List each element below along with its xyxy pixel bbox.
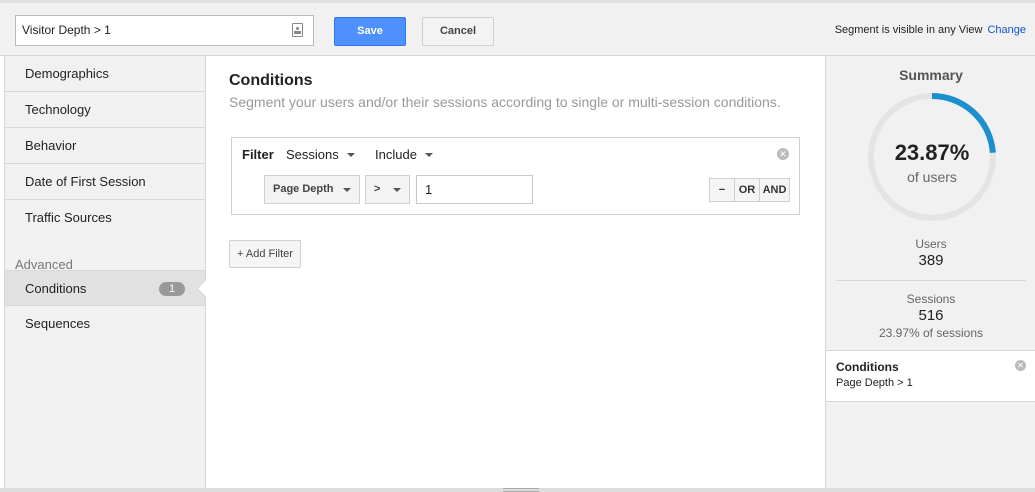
page-description: Segment your users and/or their sessions… [229,94,781,110]
contact-card-icon[interactable] [292,23,303,37]
summary-title: Summary [899,67,963,83]
visibility-text: Segment is visible in any View [834,24,983,36]
chevron-down-icon [343,188,351,192]
resize-handle[interactable] [503,488,539,492]
logic-button-group: − OR AND [709,178,790,202]
sidebar-item-conditions[interactable]: Conditions 1 [5,270,221,306]
users-label: Users [915,237,947,251]
sidebar-item-traffic-sources[interactable]: Traffic Sources [5,200,205,236]
summary-conditions-card: Conditions Page Depth > 1 ✕ [826,350,1035,402]
sidebar-item-sequences[interactable]: Sequences [5,306,205,342]
summary-conditions-text: Page Depth > 1 [836,377,913,389]
sidebar-item-date-of-first-session[interactable]: Date of First Session [5,164,205,200]
sidebar-item-technology[interactable]: Technology [5,92,205,128]
sessions-label: Sessions [906,292,956,306]
conditions-panel: Conditions Segment your users and/or the… [206,56,825,488]
sessions-value: 516 [918,307,944,324]
users-value: 389 [918,252,944,269]
segment-editor-toolbar: Visitor Depth > 1 Save Cancel Segment is… [0,0,1035,56]
segment-category-nav: Demographics Technology Behavior Date of… [4,56,221,488]
page-title: Conditions [229,72,313,89]
remove-condition-button[interactable]: − [710,179,734,201]
summary-conditions-title: Conditions [836,360,899,374]
cancel-button[interactable]: Cancel [422,17,494,46]
conditions-count-badge: 1 [159,282,185,296]
chevron-down-icon [393,188,401,192]
advanced-heading: Advanced [15,257,73,272]
sidebar-item-demographics[interactable]: Demographics [5,56,205,92]
operator-value: > [374,183,381,195]
segment-visibility: Segment is visible in any View Change [835,24,1026,36]
chevron-down-icon [424,153,433,157]
scope-value: Sessions [286,147,339,162]
and-button[interactable]: AND [759,179,789,201]
dimension-select[interactable]: Page Depth [264,175,360,204]
segment-name-input[interactable]: Visitor Depth > 1 [15,15,314,46]
change-visibility-link[interactable]: Change [987,24,1026,36]
scope-dropdown[interactable]: Sessions [286,147,355,162]
users-percent: 23.87% [894,140,970,165]
divider [836,280,1026,281]
users-percent-label: of users [907,169,957,185]
include-dropdown[interactable]: Include [375,147,433,162]
operator-select[interactable]: > [365,175,410,204]
include-value: Include [375,147,417,162]
remove-condition-icon[interactable]: ✕ [1015,360,1026,371]
or-button[interactable]: OR [734,179,759,201]
condition-value-input[interactable]: 1 [416,175,533,204]
remove-filter-icon[interactable]: ✕ [777,148,789,160]
dimension-value: Page Depth [273,183,334,195]
sidebar-item-label: Conditions [25,281,87,296]
add-filter-button[interactable]: + Add Filter [229,240,301,268]
sessions-percent: 23.97% of sessions [878,326,984,340]
chevron-down-icon [346,153,355,157]
summary-panel: Summary 23.87% of users Users 389 Sessio… [825,56,1035,488]
sidebar-item-behavior[interactable]: Behavior [5,128,205,164]
filter-block: Filter Sessions Include ✕ Page Depth > 1… [231,137,800,215]
filter-label: Filter [242,147,274,162]
save-button[interactable]: Save [334,17,406,46]
